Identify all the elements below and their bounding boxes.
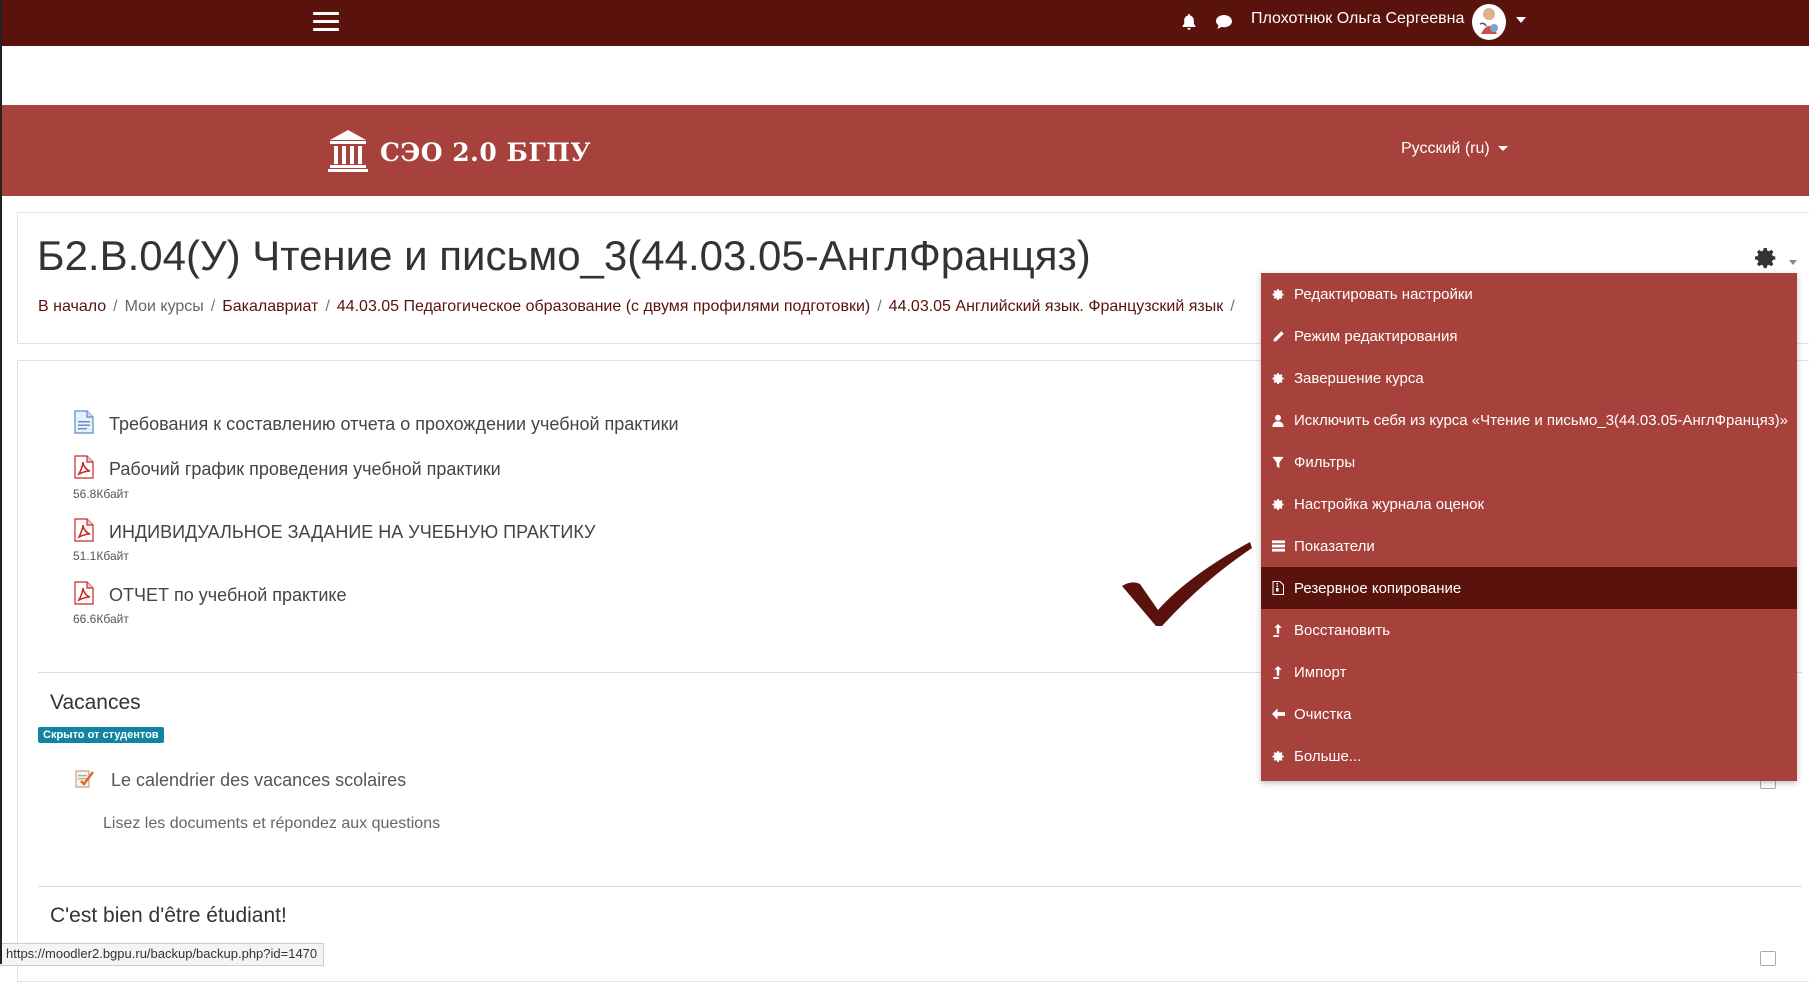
menu-item-label: Завершение курса [1294, 369, 1424, 387]
section-divider [38, 886, 1802, 887]
menu-item-label: Импорт [1294, 663, 1347, 681]
gear-icon [1271, 749, 1285, 763]
menu-item-label: Настройка журнала оценок [1294, 495, 1485, 513]
menu-item-outcomes[interactable]: Показатели [1261, 525, 1797, 567]
chevron-down-icon [1497, 146, 1508, 152]
status-bar-url: https://moodler2.bgpu.ru/backup/backup.p… [0, 943, 325, 966]
menu-item-label: Редактировать настройки [1294, 285, 1473, 303]
list-icon [1271, 539, 1285, 553]
menu-item-label: Очистка [1294, 705, 1352, 723]
menu-item-filters[interactable]: Фильтры [1261, 441, 1797, 483]
language-label: Русский ‎(ru)‎ [1401, 140, 1490, 157]
menu-item-label: Больше... [1294, 747, 1362, 765]
activity-item[interactable]: Le calendrier des vacances scolaires [73, 766, 406, 795]
user-icon [1271, 413, 1285, 427]
file-size: 51.1Кбайт [73, 549, 129, 563]
activity-link[interactable]: Le calendrier des vacances scolaires [111, 770, 406, 791]
file-size: 66.6Кбайт [73, 612, 129, 626]
pdf-icon [73, 581, 95, 610]
menu-item-label: Режим редактирования [1294, 327, 1458, 345]
breadcrumb-separator: / [113, 298, 118, 315]
avatar[interactable] [1472, 4, 1506, 40]
breadcrumb-item[interactable]: В начало [38, 298, 106, 315]
chevron-down-icon[interactable] [1789, 260, 1797, 265]
breadcrumb: В начало / Мои курсы / Бакалавриат / 44.03.05 … [38, 298, 1242, 316]
menu-item-more[interactable]: Больше... [1261, 735, 1797, 777]
menu-item-import[interactable]: Импорт [1261, 651, 1797, 693]
course-actions-menu: Редактировать настройки Режим редактиров… [1261, 273, 1797, 781]
brand-name: СЭО 2.0 БГПУ [380, 138, 591, 167]
gear-icon [1271, 287, 1285, 301]
breadcrumb-separator: / [210, 298, 216, 315]
gear-icon [1271, 497, 1285, 511]
arrow-left-icon [1271, 707, 1285, 721]
menu-item-label: Фильтры [1294, 453, 1356, 471]
institution-icon [328, 128, 368, 177]
language-selector[interactable]: Русский ‎(ru)‎ [1401, 140, 1508, 158]
menu-item-label: Резервное копирование [1294, 579, 1462, 597]
activity-item[interactable]: Рабочий график проведения учебной практи… [73, 455, 501, 484]
breadcrumb-separator: / [325, 298, 330, 315]
bell-icon[interactable] [1181, 13, 1197, 36]
top-navbar: Плохотнюк Ольга Сергеевна [0, 0, 1809, 46]
breadcrumb-item[interactable]: 44.03.05 Педагогическое образование (с д… [337, 298, 870, 315]
breadcrumb-separator: / [1230, 298, 1235, 315]
activity-link[interactable]: Требования к составлению отчета о прохож… [109, 414, 679, 435]
user-name[interactable]: Плохотнюк Ольга Сергеевна [1251, 10, 1464, 28]
menu-toggle-icon[interactable] [313, 12, 339, 32]
activity-link[interactable]: ИНДИВИДУАЛЬНОЕ ЗАДАНИЕ НА УЧЕБНУЮ ПРАКТИ… [109, 522, 595, 543]
site-header [0, 105, 1809, 196]
chat-icon[interactable] [1215, 14, 1233, 35]
menu-item-edit-mode[interactable]: Режим редактирования [1261, 315, 1797, 357]
menu-item-gradebook-setup[interactable]: Настройка журнала оценок [1261, 483, 1797, 525]
activity-item[interactable]: Требования к составлению отчета о прохож… [73, 410, 679, 439]
pdf-icon [73, 455, 95, 484]
page-icon [73, 410, 95, 439]
filter-icon [1271, 455, 1285, 469]
gear-icon [1271, 371, 1285, 385]
chevron-down-icon[interactable] [1516, 17, 1526, 23]
breadcrumb-item[interactable]: 44.03.05 Английский язык. Французский яз… [889, 298, 1224, 315]
menu-item-label: Восстановить [1294, 621, 1391, 639]
menu-item-restore[interactable]: Восстановить [1261, 609, 1797, 651]
activity-item[interactable]: ИНДИВИДУАЛЬНОЕ ЗАДАНИЕ НА УЧЕБНУЮ ПРАКТИ… [73, 518, 595, 547]
hidden-badge: Скрыто от студентов [38, 727, 164, 743]
section-title: C'est bien d'être étudiant! [50, 904, 287, 927]
upload-icon [1271, 623, 1285, 637]
breadcrumb-separator: / [877, 298, 882, 315]
window-left-edge [0, 0, 2, 964]
checkmark-icon [1118, 540, 1256, 633]
breadcrumb-item[interactable]: Бакалавриат [222, 298, 318, 315]
menu-item-backup[interactable]: Резервное копирование [1261, 567, 1797, 609]
activity-description: Lisez les documents et répondez aux ques… [103, 815, 441, 832]
menu-item-course-completion[interactable]: Завершение курса [1261, 357, 1797, 399]
upload-icon [1271, 665, 1285, 679]
assignment-icon [73, 766, 97, 795]
menu-item-edit-settings[interactable]: Редактировать настройки [1261, 273, 1797, 315]
pdf-icon [73, 518, 95, 547]
menu-item-reset[interactable]: Очистка [1261, 693, 1797, 735]
site-brand[interactable]: СЭО 2.0 БГПУ [328, 128, 591, 177]
menu-item-label: Исключить себя из курса «Чтение и письмо… [1294, 411, 1788, 429]
activity-link[interactable]: Рабочий график проведения учебной практи… [109, 459, 501, 480]
page-title: Б2.В.04(У) Чтение и письмо_3(44.03.05-Ан… [37, 232, 1091, 279]
menu-item-unenrol[interactable]: Исключить себя из курса «Чтение и письмо… [1261, 399, 1797, 441]
pencil-icon [1271, 329, 1285, 343]
activity-link[interactable]: ОТЧЕТ по учебной практике [109, 585, 347, 606]
file-size: 56.8Кбайт [73, 487, 129, 501]
file-archive-icon [1271, 581, 1285, 595]
section-title: Vacances [50, 691, 141, 714]
course-settings-gear-icon[interactable] [1754, 246, 1778, 275]
breadcrumb-item: Мои курсы [124, 298, 204, 315]
menu-item-label: Показатели [1294, 537, 1375, 555]
activity-item[interactable]: ОТЧЕТ по учебной практике [73, 581, 347, 610]
